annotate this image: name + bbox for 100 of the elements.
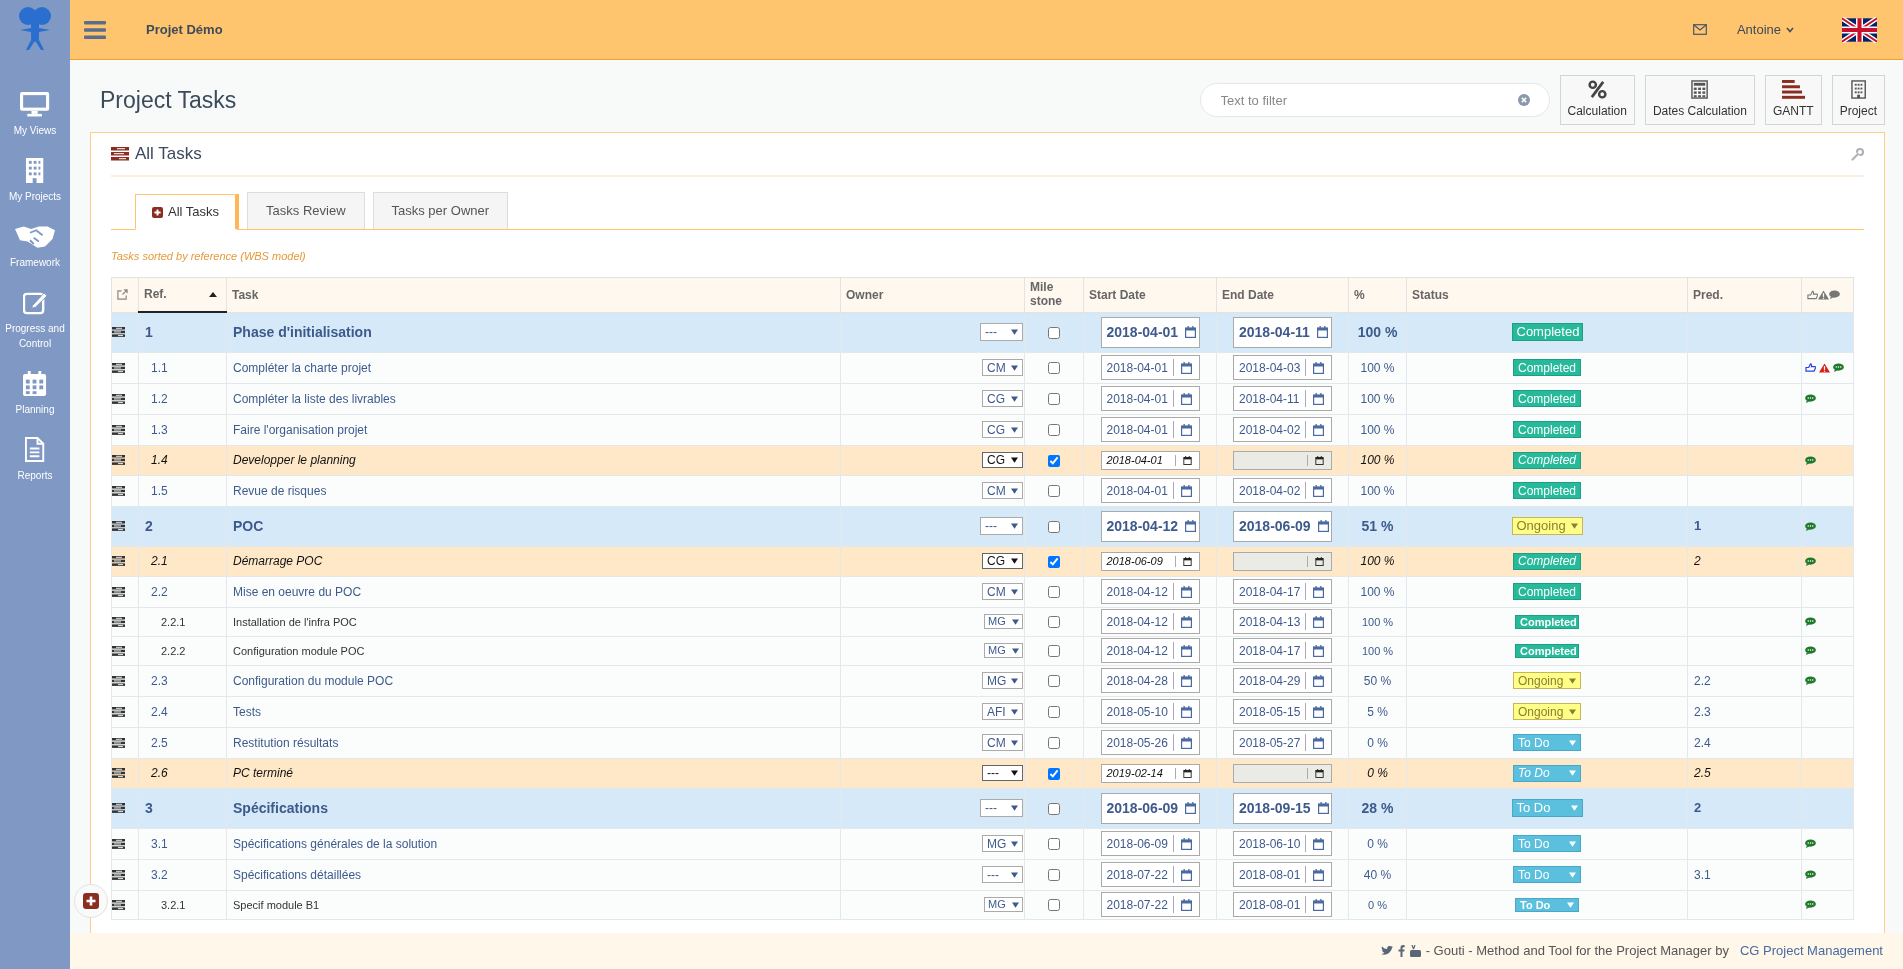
date-field[interactable]: 2018-07-22 — [1100, 862, 1200, 887]
task-link[interactable]: PC terminé — [233, 766, 294, 780]
task-link[interactable]: Spécifications — [233, 799, 328, 816]
date-field[interactable] — [1233, 450, 1332, 470]
milestone-checkbox[interactable] — [1048, 802, 1060, 815]
youtube-icon[interactable] — [1409, 945, 1421, 957]
date-field[interactable]: 2018-05-26 — [1100, 730, 1200, 755]
comment-icon[interactable] — [1805, 455, 1816, 465]
milestone-checkbox[interactable] — [1048, 616, 1060, 629]
toolbar-button[interactable]: GANTT — [1764, 75, 1822, 125]
task-row-icon[interactable] — [112, 706, 125, 717]
date-field[interactable] — [1233, 763, 1332, 783]
task-link[interactable]: Démarrage POC — [233, 554, 323, 568]
milestone-checkbox[interactable] — [1048, 838, 1060, 851]
task-link[interactable]: Revue de risques — [233, 483, 327, 498]
date-field[interactable]: 2018-06-09 — [1233, 510, 1332, 542]
facebook-icon[interactable] — [1397, 945, 1405, 957]
owner-select[interactable]: CG — [982, 390, 1023, 407]
task-row-icon[interactable] — [112, 455, 125, 465]
date-field[interactable]: 2018-05-15 — [1233, 699, 1332, 724]
task-row-icon[interactable] — [112, 393, 125, 404]
comment-icon[interactable] — [1805, 900, 1816, 909]
owner-select[interactable]: MG — [982, 835, 1023, 852]
task-link[interactable]: Tests — [233, 704, 261, 719]
milestone-checkbox[interactable] — [1048, 424, 1060, 437]
milestone-checkbox[interactable] — [1048, 737, 1060, 750]
status-select[interactable]: Ongoing — [1513, 672, 1581, 689]
owner-select[interactable]: CM — [982, 583, 1023, 600]
milestone-checkbox[interactable] — [1048, 362, 1060, 375]
owner-select[interactable]: MG — [984, 614, 1023, 629]
milestone-checkbox[interactable] — [1048, 520, 1060, 533]
task-row-icon[interactable] — [112, 838, 125, 849]
flag-icon[interactable] — [1842, 16, 1877, 43]
task-link[interactable]: Spécifications détaillées — [233, 867, 362, 882]
date-field[interactable]: 2018-04-12 — [1100, 510, 1200, 542]
tab[interactable]: Tasks Review — [247, 192, 365, 229]
filter-field[interactable]: Text to filter — [1199, 83, 1550, 117]
toolbar-button[interactable]: Project — [1831, 75, 1885, 125]
comment-icon[interactable] — [1805, 839, 1816, 848]
milestone-checkbox[interactable] — [1048, 645, 1060, 658]
owner-select[interactable]: --- — [982, 866, 1023, 883]
twitter-icon[interactable] — [1380, 946, 1393, 956]
milestone-checkbox[interactable] — [1048, 899, 1060, 912]
owner-select[interactable]: --- — [982, 765, 1023, 781]
owner-select[interactable]: MG — [984, 897, 1023, 912]
date-field[interactable]: 2018-08-01 — [1233, 862, 1332, 887]
date-field[interactable]: 2018-06-09 — [1100, 831, 1200, 856]
date-field[interactable] — [1233, 551, 1332, 571]
milestone-checkbox[interactable] — [1048, 767, 1060, 780]
milestone-checkbox[interactable] — [1048, 393, 1060, 406]
task-link[interactable]: Developper le planning — [233, 453, 356, 467]
milestone-checkbox[interactable] — [1048, 586, 1060, 599]
clear-icon[interactable] — [1517, 94, 1530, 106]
task-row-icon[interactable] — [112, 737, 125, 748]
milestone-checkbox[interactable] — [1048, 675, 1060, 688]
milestone-checkbox[interactable] — [1048, 706, 1060, 719]
task-link[interactable]: Configuration du module POC — [233, 673, 394, 688]
status-select[interactable]: Ongoing — [1513, 703, 1581, 720]
date-field[interactable]: 2018-06-09 — [1100, 792, 1200, 824]
owner-select[interactable]: --- — [980, 517, 1023, 535]
task-row-icon[interactable] — [112, 424, 125, 435]
owner-select[interactable]: CG — [982, 553, 1023, 569]
owner-select[interactable]: AFI — [982, 703, 1023, 720]
date-field[interactable]: 2018-04-02 — [1233, 478, 1332, 503]
comment-icon[interactable] — [1805, 870, 1816, 879]
user-menu[interactable]: Antoine — [1736, 19, 1794, 40]
thumb-icon[interactable] — [1805, 363, 1816, 372]
task-link[interactable]: POC — [233, 517, 264, 534]
comment-icon[interactable] — [1805, 521, 1816, 531]
task-link[interactable]: Configuration module POC — [233, 644, 365, 657]
date-field[interactable]: 2018-04-11 — [1233, 316, 1332, 348]
task-link[interactable]: Restitution résultats — [233, 735, 339, 750]
date-field[interactable]: 2018-05-10 — [1100, 699, 1200, 724]
date-field[interactable]: 2018-04-01 — [1100, 316, 1200, 348]
date-field[interactable]: 2018-04-29 — [1233, 668, 1332, 693]
owner-select[interactable]: CG — [982, 421, 1023, 438]
status-select[interactable]: Ongoing — [1511, 516, 1583, 535]
owner-select[interactable]: MG — [984, 643, 1023, 658]
toolbar-button[interactable]: Dates Calculation — [1644, 75, 1755, 125]
milestone-checkbox[interactable] — [1048, 869, 1060, 882]
date-field[interactable]: 2018-04-17 — [1233, 579, 1332, 604]
date-field[interactable]: 2018-06-09 — [1100, 551, 1200, 571]
date-field[interactable]: 2018-04-02 — [1233, 417, 1332, 442]
comment-icon[interactable] — [1805, 676, 1816, 685]
owner-select[interactable]: CM — [982, 359, 1023, 376]
owner-select[interactable]: CM — [982, 482, 1023, 499]
task-row-icon[interactable] — [112, 485, 125, 496]
tab[interactable]: All Tasks — [135, 194, 240, 230]
date-field[interactable]: 2018-04-12 — [1100, 638, 1200, 663]
date-field[interactable]: 2018-04-01 — [1100, 355, 1200, 380]
date-field[interactable]: 2018-08-01 — [1233, 892, 1332, 917]
task-row-icon[interactable] — [112, 362, 125, 373]
task-link[interactable]: Phase d'initialisation — [233, 323, 372, 340]
comment-icon[interactable] — [1805, 556, 1816, 566]
task-row-icon[interactable] — [112, 768, 125, 778]
date-field[interactable]: 2018-09-15 — [1233, 792, 1332, 824]
date-field[interactable]: 2018-04-01 — [1100, 450, 1200, 470]
milestone-checkbox[interactable] — [1048, 485, 1060, 498]
toolbar-button[interactable]: Calculation — [1559, 75, 1635, 125]
milestone-checkbox[interactable] — [1048, 326, 1060, 339]
